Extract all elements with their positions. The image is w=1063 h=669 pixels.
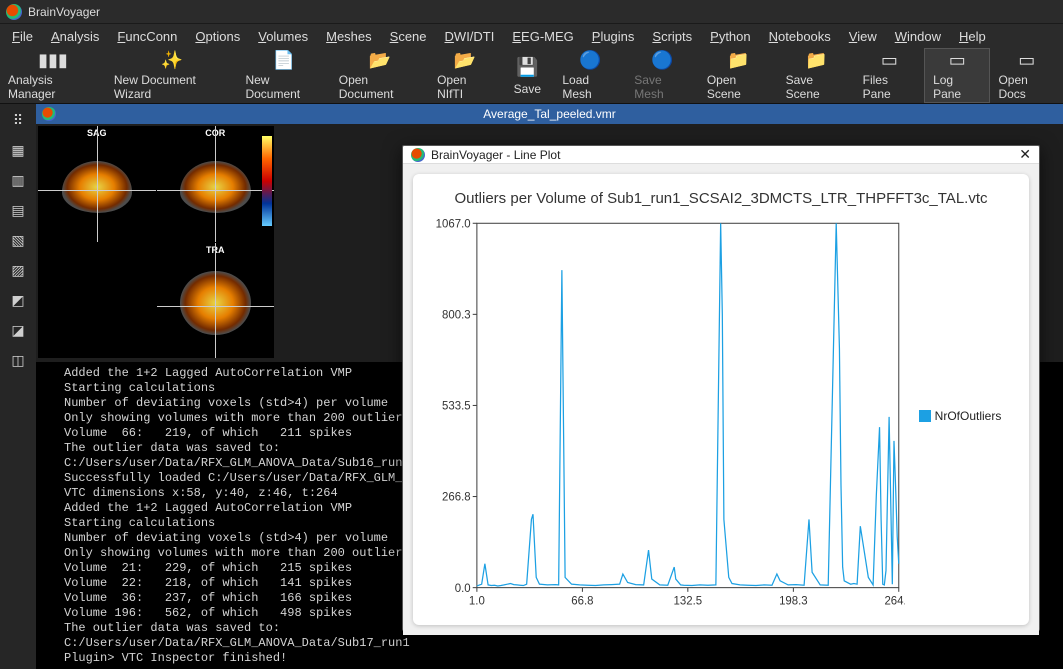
svg-text:0.0: 0.0	[455, 583, 471, 595]
svg-text:800.3: 800.3	[442, 310, 471, 322]
toolbar-label: Open Docs	[998, 73, 1055, 101]
menu-window[interactable]: Window	[887, 27, 949, 46]
menu-scene[interactable]: Scene	[382, 27, 435, 46]
toolbar-label: Open Document	[339, 73, 421, 101]
menu-file[interactable]: File	[4, 27, 41, 46]
sidebar-tool-8[interactable]: ◪	[6, 318, 30, 342]
toolbar-label: Files Pane	[863, 73, 916, 101]
toolbar-label: Log Pane	[933, 73, 981, 101]
brain-view-cor[interactable]: COR	[157, 126, 275, 242]
menu-volumes[interactable]: Volumes	[250, 27, 316, 46]
folder-open-icon: 📂	[368, 50, 392, 71]
plot-app-icon	[411, 148, 425, 162]
svg-text:198.3: 198.3	[779, 595, 808, 607]
toolbar-save-scene[interactable]: 📁Save Scene	[778, 48, 855, 103]
svg-text:1067.0: 1067.0	[436, 218, 471, 230]
toolbar-save-mesh: 🔵Save Mesh	[626, 48, 699, 103]
legend-swatch	[919, 410, 931, 422]
svg-text:266.8: 266.8	[442, 492, 471, 504]
pane-icon: ▭	[1015, 50, 1039, 71]
sidebar-tool-7[interactable]: ◩	[6, 288, 30, 312]
doc-new-icon: 📄	[272, 50, 296, 71]
menu-view[interactable]: View	[841, 27, 885, 46]
toolbar-label: Load Mesh	[562, 73, 618, 101]
bars-icon: ▮▮▮	[41, 50, 65, 71]
line-plot-window[interactable]: BrainVoyager - Line Plot ✕ Outliers per …	[402, 145, 1040, 631]
document-tabbar[interactable]: Average_Tal_peeled.vmr	[36, 104, 1063, 124]
menu-python[interactable]: Python	[702, 27, 758, 46]
plot-close-button[interactable]: ✕	[1019, 146, 1031, 163]
toolbar-load-mesh[interactable]: 🔵Load Mesh	[554, 48, 626, 103]
menu-help[interactable]: Help	[951, 27, 994, 46]
sidebar-tool-9[interactable]: ◫	[6, 348, 30, 372]
window-titlebar: BrainVoyager	[0, 0, 1063, 24]
plot-area[interactable]: 0.0 266.8 533.5 800.3 1067.0 1.0 66.8 132.5 198.…	[427, 217, 905, 615]
toolbar-label: Open NIfTI	[437, 73, 492, 101]
scene-open-icon: 📁	[726, 50, 750, 71]
svg-text:132.5: 132.5	[674, 595, 703, 607]
toolbar-new-document[interactable]: 📄New Document	[237, 48, 330, 103]
toolbar-files-pane[interactable]: ▭Files Pane	[855, 48, 924, 103]
plot-window-title: BrainVoyager - Line Plot	[431, 148, 560, 162]
scene-save-icon: 📁	[804, 50, 828, 71]
mesh-save-icon: 🔵	[651, 50, 675, 71]
folder-n-icon: 📂	[453, 50, 477, 71]
menu-analysis[interactable]: Analysis	[43, 27, 107, 46]
toolbar-label: Open Scene	[707, 73, 770, 101]
menu-notebooks[interactable]: Notebooks	[761, 27, 839, 46]
toolbar-open-docs[interactable]: ▭Open Docs	[990, 48, 1063, 103]
menu-eegmeg[interactable]: EEG-MEG	[504, 27, 581, 46]
toolbar-label: Analysis Manager	[8, 73, 98, 101]
toolbar: ▮▮▮Analysis Manager✨New Document Wizard📄…	[0, 48, 1063, 104]
toolbar-label: Save Mesh	[634, 73, 691, 101]
svg-text:66.8: 66.8	[571, 595, 593, 607]
menu-scripts[interactable]: Scripts	[644, 27, 700, 46]
menu-meshes[interactable]: Meshes	[318, 27, 380, 46]
save-icon: 💾	[515, 56, 539, 80]
brain-view-empty	[38, 243, 156, 359]
toolbar-new-document-wizard[interactable]: ✨New Document Wizard	[106, 48, 238, 103]
app-icon	[6, 4, 22, 20]
sidebar-tool-2[interactable]: ▦	[6, 138, 30, 162]
menu-options[interactable]: Options	[187, 27, 248, 46]
wand-icon: ✨	[160, 50, 184, 71]
document-icon	[42, 107, 56, 121]
sidebar-tool-4[interactable]: ▤	[6, 198, 30, 222]
sidebar-tool-1[interactable]: ⠿	[6, 108, 30, 132]
toolbar-label: Save	[514, 82, 541, 96]
legend-label: NrOfOutliers	[935, 409, 1002, 423]
plot-title: Outliers per Volume of Sub1_run1_SCSAI2_…	[427, 190, 1015, 207]
sidebar-tool-3[interactable]: ▥	[6, 168, 30, 192]
plot-legend: NrOfOutliers	[905, 217, 1015, 615]
toolbar-analysis-manager[interactable]: ▮▮▮Analysis Manager	[0, 48, 106, 103]
pane-icon: ▭	[945, 50, 969, 71]
toolbar-save[interactable]: 💾 Save	[500, 48, 554, 103]
toolbar-log-pane[interactable]: ▭Log Pane	[924, 48, 990, 103]
toolbar-label: Save Scene	[786, 73, 847, 101]
toolbar-label: New Document Wizard	[114, 73, 230, 101]
mesh-load-icon: 🔵	[578, 50, 602, 71]
left-sidebar: ⠿ ▦ ▥ ▤ ▧ ▨ ◩ ◪ ◫	[0, 104, 36, 669]
svg-text:1.0: 1.0	[469, 595, 485, 607]
sidebar-tool-5[interactable]: ▧	[6, 228, 30, 252]
sidebar-tool-6[interactable]: ▨	[6, 258, 30, 282]
menu-dwidti[interactable]: DWI/DTI	[437, 27, 503, 46]
toolbar-open-nifti[interactable]: 📂Open NIfTI	[429, 48, 500, 103]
menu-funcconn[interactable]: FuncConn	[109, 27, 185, 46]
colorbar	[262, 136, 272, 226]
svg-text:533.5: 533.5	[442, 401, 471, 413]
toolbar-label: New Document	[245, 73, 322, 101]
pane-icon: ▭	[877, 50, 901, 71]
toolbar-open-document[interactable]: 📂Open Document	[331, 48, 429, 103]
menubar: FileAnalysisFuncConnOptionsVolumesMeshes…	[0, 24, 1063, 48]
plot-titlebar[interactable]: BrainVoyager - Line Plot ✕	[403, 146, 1039, 164]
app-title: BrainVoyager	[28, 5, 100, 19]
menu-plugins[interactable]: Plugins	[584, 27, 643, 46]
toolbar-open-scene[interactable]: 📁Open Scene	[699, 48, 778, 103]
brain-view-sag[interactable]: SAG	[38, 126, 156, 242]
svg-text:264.0: 264.0	[884, 595, 905, 607]
document-tab-title: Average_Tal_peeled.vmr	[483, 107, 616, 121]
brain-view-tra[interactable]: TRA	[157, 243, 275, 359]
brain-view-panel[interactable]: SAG COR TRA	[38, 126, 274, 358]
